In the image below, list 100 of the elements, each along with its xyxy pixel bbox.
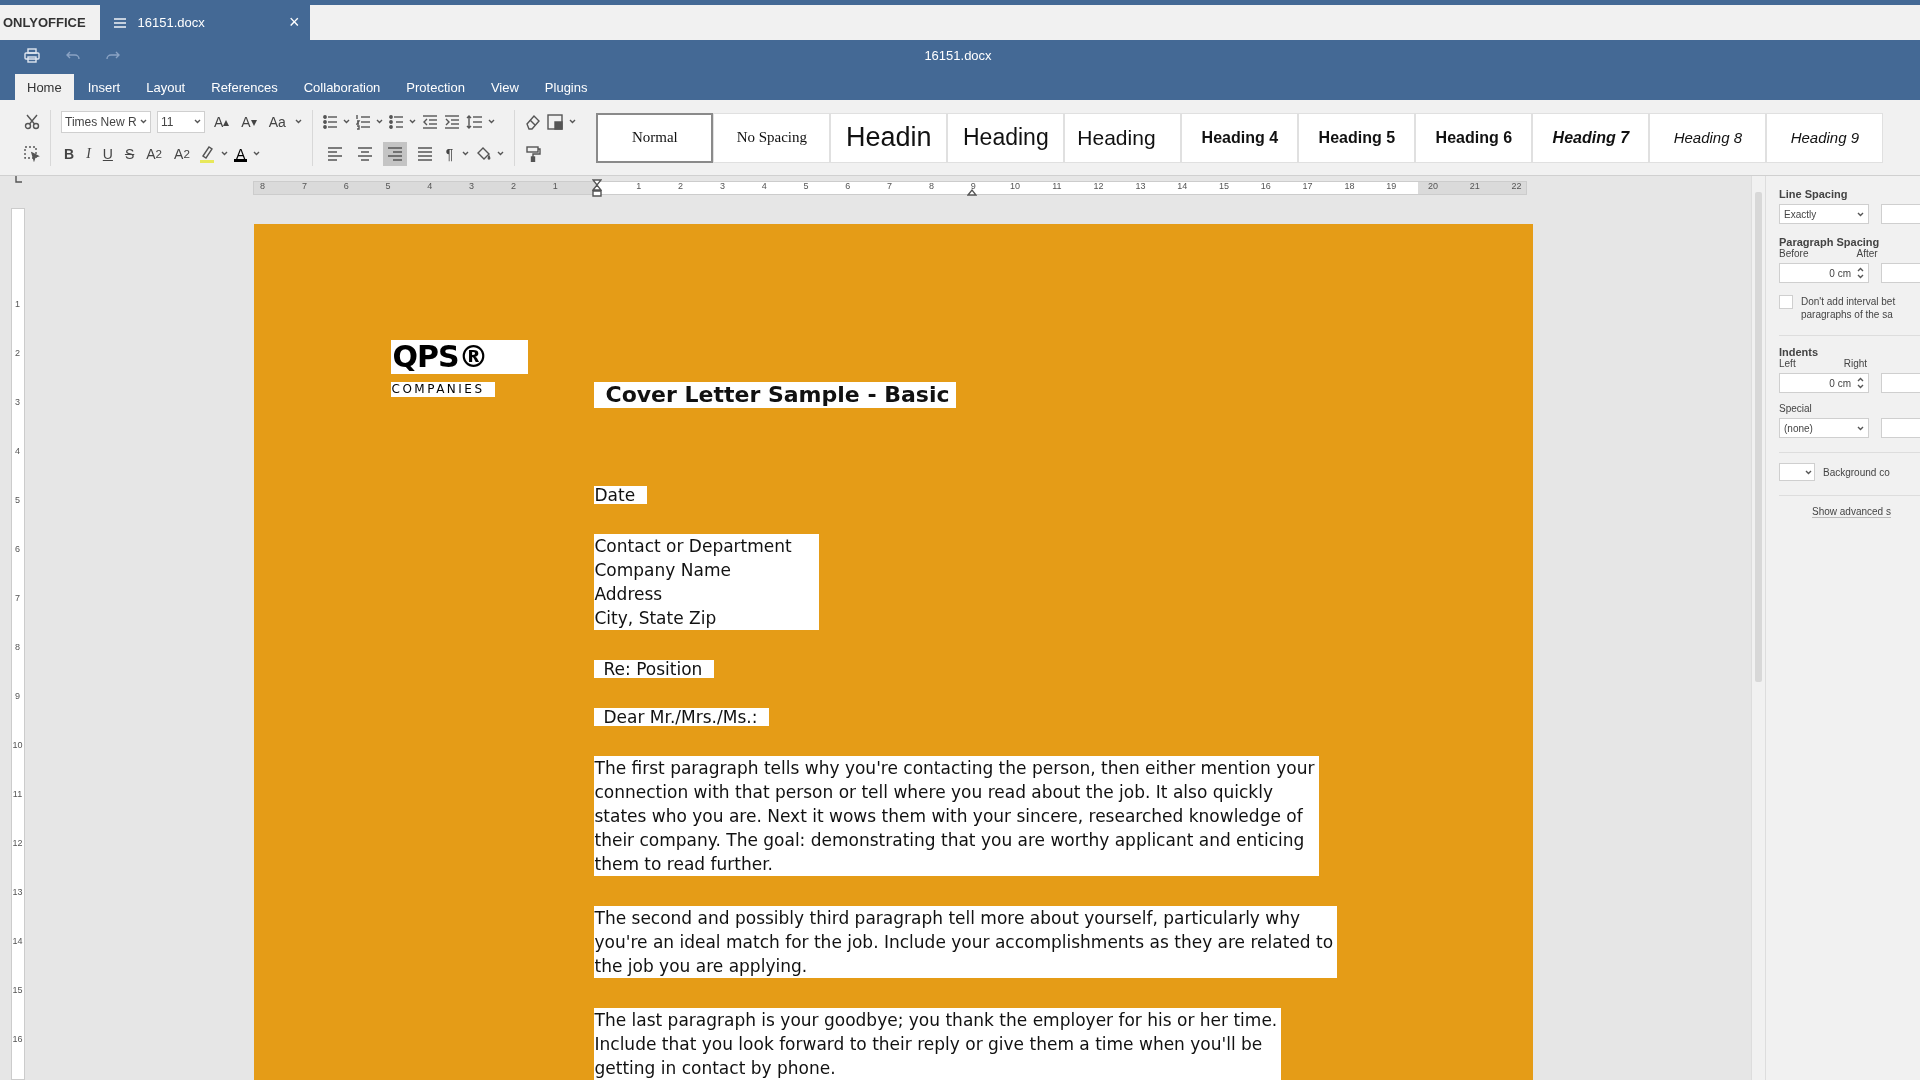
paint-bucket-icon[interactable]: [475, 145, 492, 162]
field-value: 0 cm: [1829, 377, 1851, 389]
caret-icon[interactable]: [408, 119, 416, 124]
style-preset[interactable]: Headin: [830, 112, 948, 163]
ruler-number: 2: [509, 181, 517, 191]
spacing-before-field[interactable]: 0 cm: [1779, 263, 1869, 283]
menu-tab[interactable]: References: [199, 74, 290, 100]
caret-icon[interactable]: [1857, 425, 1864, 431]
change-case-button[interactable]: Aa: [265, 110, 289, 133]
strikethrough-button[interactable]: S: [121, 142, 138, 165]
bullet-list-icon[interactable]: [322, 113, 337, 130]
ruler-number: 6: [342, 181, 350, 191]
style-preset[interactable]: Heading 8: [1649, 112, 1767, 163]
italic-button[interactable]: I: [83, 142, 94, 165]
field-value: (none): [1784, 422, 1813, 434]
numbered-list-icon[interactable]: [355, 113, 370, 130]
ruler-number: 7: [886, 181, 894, 191]
ruler-number: 11: [11, 789, 24, 799]
font-size-value: 11: [161, 114, 174, 129]
caret-icon[interactable]: [1805, 469, 1812, 475]
logo-text: QPS®: [390, 340, 528, 374]
decrease-indent-icon[interactable]: [421, 114, 438, 129]
ruler-number: 6: [844, 181, 852, 191]
ruler-number: 1: [635, 181, 643, 191]
checkbox-label: Don't add interval bet: [1801, 295, 1896, 308]
menu-tab[interactable]: Insert: [75, 74, 133, 100]
color-scheme-icon[interactable]: [547, 113, 564, 130]
paragraph-mark-button[interactable]: ¶: [442, 142, 457, 165]
color-picker[interactable]: [1779, 463, 1815, 481]
caret-icon[interactable]: [220, 151, 228, 156]
multilevel-list-icon[interactable]: [388, 113, 403, 130]
menu-tab[interactable]: View: [478, 74, 531, 100]
address-line: City, State Zip: [594, 607, 718, 630]
menu-tab[interactable]: Home: [15, 74, 74, 100]
caret-icon[interactable]: [462, 151, 470, 156]
increase-indent-icon[interactable]: [443, 114, 460, 129]
style-preset[interactable]: Heading 5: [1298, 112, 1416, 163]
font-name-field[interactable]: Times New R: [61, 110, 151, 133]
paragraph: The last paragraph is your goodbye; you thank the employer for his or her time. Include that you look forward to their reply or give them a time when you'll be getting in contact by phone.: [593, 1008, 1282, 1080]
caret-icon[interactable]: [1857, 211, 1864, 217]
print-icon[interactable]: [24, 47, 40, 63]
checkbox[interactable]: [1779, 295, 1793, 309]
underline-button[interactable]: U: [99, 142, 116, 165]
ruler-number: 18: [1343, 181, 1356, 191]
ruler-number: 17: [1301, 181, 1314, 191]
caret-icon[interactable]: [497, 151, 505, 156]
spinner-icon[interactable]: [1857, 377, 1864, 389]
address-line: Address: [594, 583, 664, 606]
caret-icon[interactable]: [342, 119, 350, 124]
font-color-button[interactable]: A: [233, 145, 248, 162]
ruler-number: 2: [677, 181, 685, 191]
caret-icon[interactable]: [253, 151, 261, 156]
indent-marker-icon[interactable]: [592, 179, 602, 197]
style-preset[interactable]: No Spacing: [713, 112, 831, 163]
ruler-number: 3: [468, 181, 476, 191]
menu-tab[interactable]: Protection: [394, 74, 477, 100]
ruler-number: 15: [1218, 181, 1230, 191]
eraser-icon[interactable]: [525, 113, 542, 130]
caret-icon[interactable]: [194, 119, 201, 124]
ruler-number: 5: [384, 181, 392, 191]
style-preset[interactable]: Heading 9: [1766, 112, 1884, 163]
caret-icon[interactable]: [294, 119, 302, 124]
scrollbar[interactable]: [1751, 176, 1765, 1080]
line-spacing-dropdown[interactable]: Exactly: [1779, 204, 1869, 224]
style-preset[interactable]: Heading: [947, 112, 1065, 163]
style-preset[interactable]: Normal: [596, 112, 714, 163]
menu-icon[interactable]: [113, 17, 126, 28]
advanced-settings-link[interactable]: Show advanced s: [1812, 506, 1891, 518]
ruler-number: 4: [760, 181, 768, 191]
bold-button[interactable]: B: [61, 142, 78, 165]
highlighter-icon[interactable]: [198, 144, 215, 163]
style-preset[interactable]: Heading: [1064, 112, 1182, 163]
ruler-number: 8: [14, 642, 21, 652]
tab-stop-icon[interactable]: [13, 176, 22, 184]
style-preset[interactable]: Heading 4: [1181, 112, 1299, 163]
menu-tab[interactable]: Collaboration: [291, 74, 393, 100]
style-preset[interactable]: Heading 7: [1532, 112, 1650, 163]
caret-icon[interactable]: [487, 119, 495, 124]
line-spacing-icon[interactable]: [465, 114, 482, 129]
caret-icon[interactable]: [375, 119, 383, 124]
menu-tab[interactable]: Layout: [134, 74, 198, 100]
document-tab[interactable]: 16151.docx ×: [99, 5, 310, 40]
close-button[interactable]: ×: [289, 12, 300, 33]
select-all-icon[interactable]: [24, 145, 40, 162]
menu-tab[interactable]: Plugins: [532, 74, 600, 100]
special-indent-dropdown[interactable]: (none): [1779, 418, 1869, 438]
indent-left-field[interactable]: 0 cm: [1779, 373, 1869, 393]
caret-icon[interactable]: [569, 119, 577, 124]
font-size-field[interactable]: 11: [157, 110, 205, 133]
align-right-icon[interactable]: [382, 141, 407, 166]
ruler-number: 7: [14, 593, 21, 603]
style-preset[interactable]: Heading 6: [1415, 112, 1533, 163]
ruler-number: 4: [426, 181, 434, 191]
scissors-icon[interactable]: [24, 113, 40, 130]
caret-icon[interactable]: [140, 119, 147, 124]
indent-marker-icon[interactable]: [967, 188, 977, 196]
spinner-icon[interactable]: [1857, 267, 1864, 279]
ruler-number: 13: [11, 887, 24, 897]
ruler-number: 14: [11, 936, 24, 946]
format-painter-icon[interactable]: [525, 145, 542, 162]
